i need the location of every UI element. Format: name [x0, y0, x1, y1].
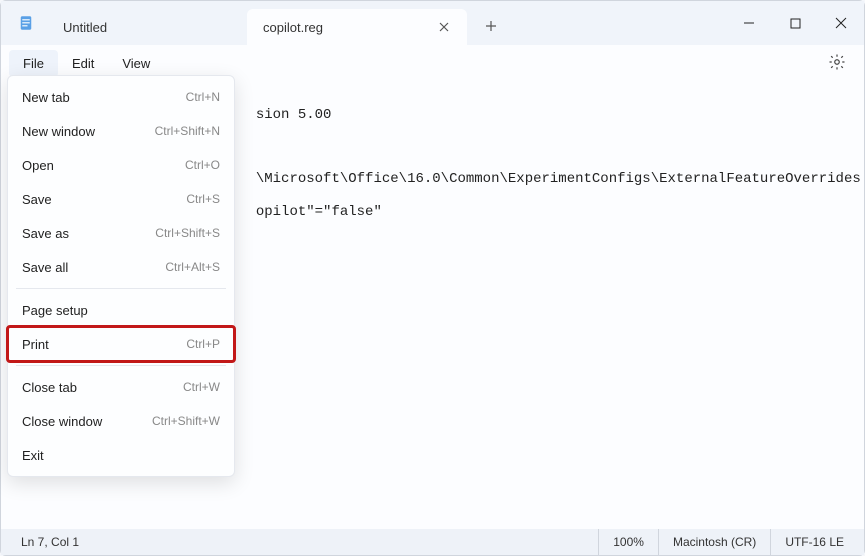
menu-item-shortcut: Ctrl+S	[186, 192, 220, 206]
file-menu-dropdown: New tab Ctrl+N New window Ctrl+Shift+N O…	[7, 75, 235, 477]
menu-item-label: Save all	[22, 260, 165, 275]
close-window-button[interactable]	[818, 1, 864, 45]
menu-item-shortcut: Ctrl+Shift+N	[155, 124, 220, 138]
menu-item-label: Print	[22, 337, 186, 352]
status-encoding[interactable]: UTF-16 LE	[770, 529, 858, 555]
maximize-button[interactable]	[772, 1, 818, 45]
tab-untitled[interactable]: Untitled	[47, 9, 247, 45]
menu-item-shortcut: Ctrl+O	[185, 158, 220, 172]
menu-item-label: Exit	[22, 448, 220, 463]
close-tab-icon[interactable]	[437, 20, 451, 34]
menu-item-label: Close tab	[22, 380, 183, 395]
menu-view[interactable]: View	[108, 50, 164, 77]
menu-item-shortcut: Ctrl+Shift+W	[152, 414, 220, 428]
menu-item-shortcut: Ctrl+Shift+S	[155, 226, 220, 240]
menu-item-shortcut: Ctrl+Alt+S	[165, 260, 220, 274]
menu-close-tab[interactable]: Close tab Ctrl+W	[8, 370, 234, 404]
menu-exit[interactable]: Exit	[8, 438, 234, 472]
window-controls	[726, 1, 864, 45]
menu-close-window[interactable]: Close window Ctrl+Shift+W	[8, 404, 234, 438]
notepad-icon	[17, 14, 35, 32]
menu-new-window[interactable]: New window Ctrl+Shift+N	[8, 114, 234, 148]
tab-label: Untitled	[63, 20, 107, 35]
menu-item-label: Close window	[22, 414, 152, 429]
gear-icon[interactable]	[828, 53, 848, 73]
status-zoom[interactable]: 100%	[598, 529, 658, 555]
menu-item-label: Save	[22, 192, 186, 207]
menu-item-label: New tab	[22, 90, 186, 105]
add-tab-button[interactable]	[475, 10, 507, 42]
menu-edit[interactable]: Edit	[58, 50, 108, 77]
minimize-button[interactable]	[726, 1, 772, 45]
menu-print[interactable]: Print Ctrl+P	[8, 327, 234, 361]
menu-new-tab[interactable]: New tab Ctrl+N	[8, 80, 234, 114]
tab-active[interactable]: copilot.reg	[247, 9, 467, 45]
menu-save[interactable]: Save Ctrl+S	[8, 182, 234, 216]
menu-save-as[interactable]: Save as Ctrl+Shift+S	[8, 216, 234, 250]
menu-item-shortcut: Ctrl+N	[186, 90, 220, 104]
status-line-ending[interactable]: Macintosh (CR)	[658, 529, 770, 555]
title-bar: Untitled copilot.reg	[1, 1, 864, 45]
menu-item-shortcut: Ctrl+W	[183, 380, 220, 394]
menu-open[interactable]: Open Ctrl+O	[8, 148, 234, 182]
tab-label: copilot.reg	[263, 20, 323, 35]
menu-separator	[16, 288, 226, 289]
menu-item-label: Page setup	[22, 303, 220, 318]
menu-item-shortcut: Ctrl+P	[186, 337, 220, 351]
menu-file[interactable]: File	[9, 50, 58, 77]
menu-page-setup[interactable]: Page setup	[8, 293, 234, 327]
menu-save-all[interactable]: Save all Ctrl+Alt+S	[8, 250, 234, 284]
menu-separator	[16, 365, 226, 366]
menu-item-label: Open	[22, 158, 185, 173]
status-bar: Ln 7, Col 1 100% Macintosh (CR) UTF-16 L…	[1, 529, 864, 555]
menu-item-label: New window	[22, 124, 155, 139]
menu-item-label: Save as	[22, 226, 155, 241]
status-cursor-position: Ln 7, Col 1	[7, 529, 93, 555]
